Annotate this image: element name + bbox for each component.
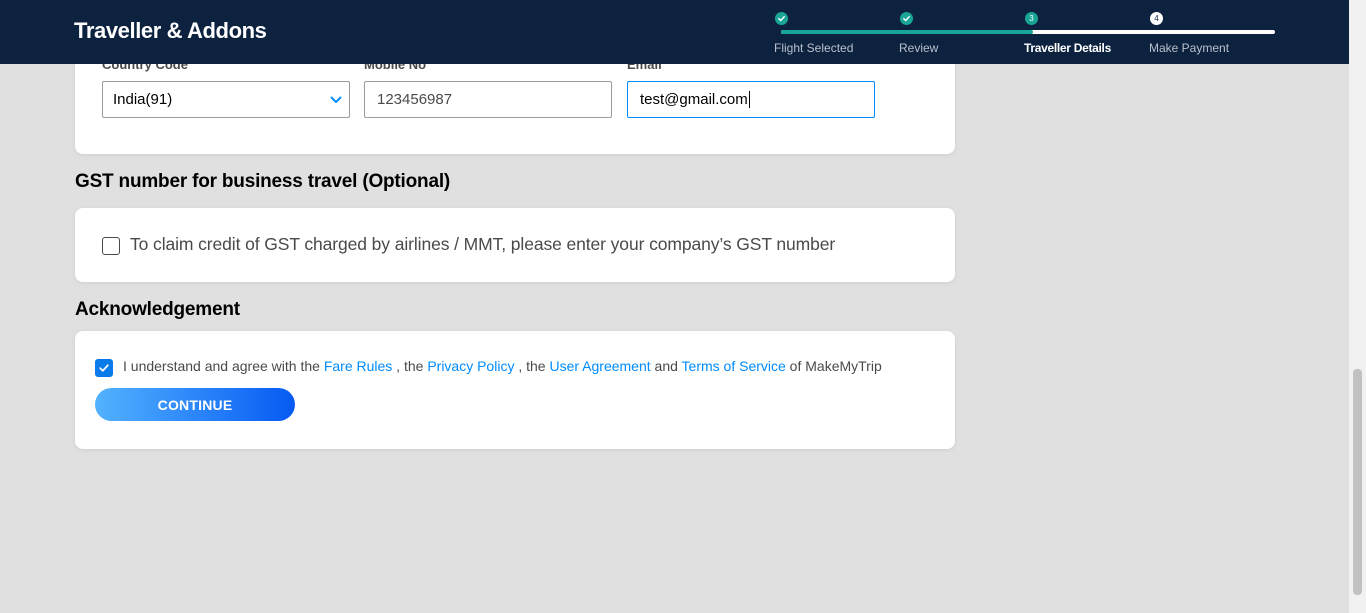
text-cursor <box>748 91 750 108</box>
step-label: Flight Selected <box>774 41 854 55</box>
gst-checkbox[interactable] <box>102 237 120 255</box>
country-code-select[interactable]: India(91) <box>102 81 350 118</box>
progress-stepper: Flight Selected Review 3 Traveller Detai… <box>774 10 1275 60</box>
page-scrollbar[interactable] <box>1349 0 1366 613</box>
check-icon <box>99 364 109 372</box>
continue-button[interactable]: CONTINUE <box>95 388 295 421</box>
acknowledgement-title: Acknowledgement <box>75 299 240 320</box>
fare-rules-link[interactable]: Fare Rules <box>324 358 392 374</box>
email-input[interactable]: test@gmail.com <box>627 81 875 118</box>
check-icon <box>900 12 913 25</box>
gst-card: To claim credit of GST charged by airlin… <box>75 208 955 282</box>
email-value: test@gmail.com <box>640 91 748 108</box>
acknowledgement-checkbox[interactable] <box>95 359 113 377</box>
country-code-value: India(91) <box>113 91 173 108</box>
user-agreement-link[interactable]: User Agreement <box>549 358 650 374</box>
page-header: Traveller & Addons Flight Selected Revie… <box>0 0 1349 64</box>
acknowledgement-card: I understand and agree with the Fare Rul… <box>75 331 955 449</box>
check-icon <box>775 12 788 25</box>
gst-section-title: GST number for business travel (Optional… <box>75 171 451 192</box>
terms-of-service-link[interactable]: Terms of Service <box>682 358 786 374</box>
step-number-badge: 4 <box>1150 12 1163 25</box>
mobile-value: 123456987 <box>377 91 453 108</box>
step-label: Traveller Details <box>1024 41 1111 55</box>
acknowledgement-text: I understand and agree with the Fare Rul… <box>123 358 882 374</box>
step-number-badge: 3 <box>1025 12 1038 25</box>
chevron-down-icon <box>330 96 342 103</box>
page-title: Traveller & Addons <box>74 18 267 43</box>
scrollbar-thumb[interactable] <box>1353 369 1362 595</box>
privacy-policy-link[interactable]: Privacy Policy <box>427 358 514 374</box>
step-label: Make Payment <box>1149 41 1230 55</box>
progress-track <box>781 30 1275 34</box>
progress-track-fill <box>781 30 1033 34</box>
gst-checkbox-label[interactable]: To claim credit of GST charged by airlin… <box>130 234 835 255</box>
mobile-input[interactable]: 123456987 <box>364 81 612 118</box>
step-label: Review <box>899 41 939 55</box>
